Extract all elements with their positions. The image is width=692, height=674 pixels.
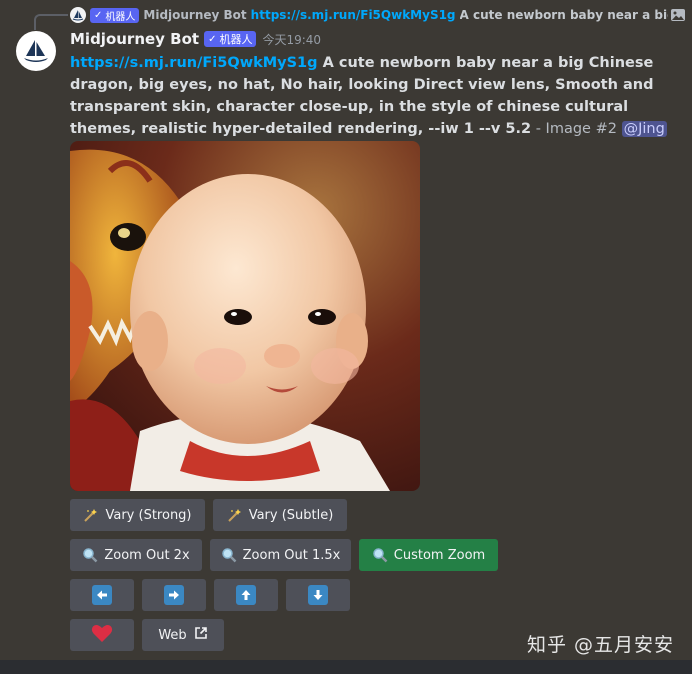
- watermark: 知乎 @五月安安: [526, 634, 674, 656]
- reply-username[interactable]: Midjourney Bot: [143, 8, 246, 22]
- bot-badge: ✓ 机器人: [204, 31, 257, 47]
- pan-left-button[interactable]: [70, 579, 134, 611]
- vary-subtle-label: Vary (Subtle): [248, 507, 334, 523]
- pan-right-button[interactable]: [142, 579, 206, 611]
- reply-avatar[interactable]: [70, 7, 86, 23]
- magic-wand-icon: [227, 507, 243, 523]
- arrow-left-icon: [92, 585, 112, 605]
- pan-up-button[interactable]: [214, 579, 278, 611]
- zoom-out-2x-button[interactable]: Zoom Out 2x: [70, 539, 202, 571]
- web-label: Web: [158, 627, 187, 643]
- external-link-icon: [194, 626, 208, 644]
- web-button[interactable]: Web: [142, 619, 224, 651]
- user-mention[interactable]: @Jing: [621, 121, 667, 137]
- prompt-link[interactable]: https://s.mj.run/Fi5QwkMyS1g: [70, 55, 318, 71]
- check-icon: ✓: [208, 33, 217, 45]
- check-icon: ✓: [94, 9, 103, 21]
- pan-down-button[interactable]: [286, 579, 350, 611]
- message-header: Midjourney Bot ✓ 机器人 今天19:40: [70, 30, 321, 48]
- bottom-bar: [0, 660, 692, 674]
- vary-subtle-button[interactable]: Vary (Subtle): [213, 499, 347, 531]
- message-content: https://s.mj.run/Fi5QwkMyS1g A cute newb…: [70, 52, 674, 140]
- reply-text[interactable]: A cute newborn baby near a big C: [460, 8, 668, 22]
- zoom-out-1-5x-button[interactable]: Zoom Out 1.5x: [210, 539, 351, 571]
- magic-wand-icon: [83, 507, 99, 523]
- custom-zoom-button[interactable]: Custom Zoom: [359, 539, 498, 571]
- generated-image[interactable]: [70, 141, 420, 491]
- arrow-up-icon: [236, 585, 256, 605]
- username[interactable]: Midjourney Bot: [70, 30, 199, 48]
- reply-badge-label: 机器人: [105, 11, 136, 23]
- magnifier-icon: [372, 547, 388, 563]
- vary-strong-button[interactable]: Vary (Strong): [70, 499, 205, 531]
- magnifier-icon: [82, 547, 98, 563]
- vary-strong-label: Vary (Strong): [105, 507, 192, 523]
- reply-link[interactable]: https://s.mj.run/Fi5QwkMyS1g: [251, 8, 456, 22]
- favorite-button[interactable]: [70, 619, 134, 651]
- image-number: - Image #2: [531, 121, 622, 137]
- reply-spine: [34, 14, 68, 30]
- zoom-out-2x-label: Zoom Out 2x: [104, 547, 190, 563]
- reply-bot-badge: ✓ 机器人: [90, 7, 140, 23]
- midjourney-logo-icon: [24, 40, 48, 62]
- heart-icon: [91, 623, 113, 647]
- custom-zoom-label: Custom Zoom: [393, 547, 486, 563]
- reply-reference[interactable]: ✓ 机器人 Midjourney Bot https://s.mj.run/Fi5…: [70, 6, 686, 24]
- magnifier-icon: [221, 547, 237, 563]
- timestamp[interactable]: 今天19:40: [262, 31, 321, 48]
- zoom-out-1-5x-label: Zoom Out 1.5x: [242, 547, 341, 563]
- image-icon: [671, 9, 685, 21]
- arrow-right-icon: [164, 585, 184, 605]
- badge-label: 机器人: [219, 33, 253, 46]
- avatar[interactable]: [16, 31, 56, 71]
- arrow-down-icon: [308, 585, 328, 605]
